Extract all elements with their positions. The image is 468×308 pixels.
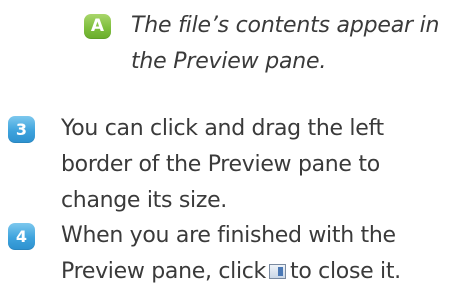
step-3-line-2: border of the Preview pane to <box>61 152 380 177</box>
step-3-line-1: You can click and drag the left <box>61 116 384 141</box>
step-4-line-2-before: Preview pane, click <box>61 259 266 284</box>
callout-badge-a: A <box>84 14 111 39</box>
step-number-badge: 4 <box>8 223 35 250</box>
step-4-text: When you are finished with the Preview p… <box>61 218 465 290</box>
callout-line-2: the Preview pane. <box>131 49 327 74</box>
step-3-line-3: change its size. <box>61 188 228 213</box>
step-4-line-2-after: to close it. <box>290 259 401 284</box>
step-3-text: You can click and drag the left border o… <box>61 111 465 219</box>
preview-pane-icon <box>269 264 286 279</box>
callout-text: The file’s contents appear in the Previe… <box>131 8 461 80</box>
callout-line-1: The file’s contents appear in <box>131 13 440 38</box>
step-4-line-1: When you are finished with the <box>61 223 396 248</box>
step-number-badge: 3 <box>8 116 35 143</box>
